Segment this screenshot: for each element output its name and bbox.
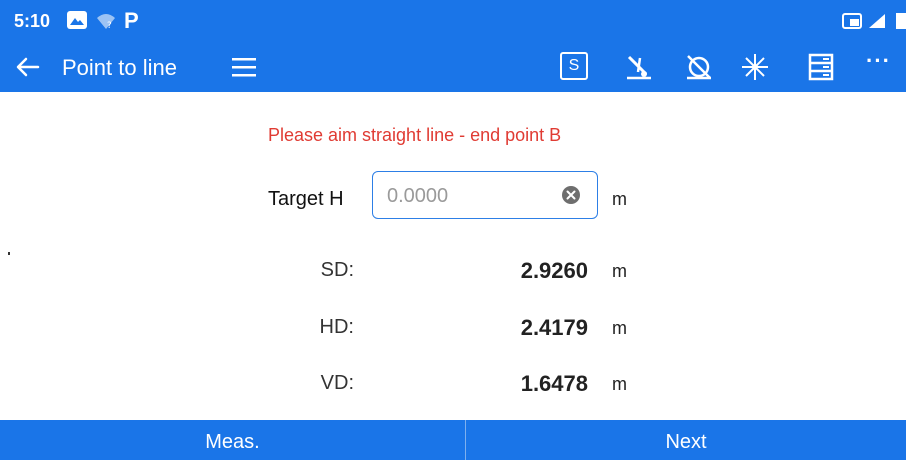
laser-star-icon[interactable] <box>740 52 770 82</box>
target-h-unit: m <box>612 189 627 209</box>
target-h-input[interactable] <box>385 182 559 210</box>
vd-label: VD: <box>320 372 354 394</box>
s-button[interactable]: S <box>560 52 588 80</box>
hd-unit: m <box>612 318 627 338</box>
meas-button[interactable]: Meas. <box>0 420 465 460</box>
main-content: Please aim straight line - end point B T… <box>0 92 906 420</box>
bottom-action-bar: Meas. Next <box>0 420 906 460</box>
vd-value: 1.6478 <box>520 371 588 396</box>
battery-icon <box>894 12 906 35</box>
cast-icon <box>842 13 862 34</box>
wifi-icon: ? <box>96 12 116 35</box>
status-bar: 5:10 ? P <box>0 0 906 42</box>
hamburger-menu-icon[interactable] <box>230 55 258 79</box>
target-h-label: Target H <box>268 188 344 210</box>
hd-value: 2.4179 <box>520 315 588 340</box>
app-toolbar: Point to line S ··· <box>0 42 906 92</box>
more-icon[interactable]: ··· <box>866 48 896 78</box>
svg-text:?: ? <box>107 21 112 30</box>
laser-pointer-icon[interactable] <box>624 52 654 82</box>
status-time: 5:10 <box>14 11 51 31</box>
photo-icon <box>66 10 88 35</box>
hd-label: HD: <box>319 316 354 338</box>
parking-icon: P <box>124 8 139 33</box>
clear-icon[interactable] <box>561 185 581 205</box>
next-button[interactable]: Next <box>466 420 906 460</box>
list-icon[interactable] <box>806 52 836 82</box>
signal-icon <box>868 13 886 34</box>
instruction-prompt: Please aim straight line - end point B <box>268 125 562 145</box>
compensator-off-icon[interactable] <box>684 52 714 82</box>
vd-unit: m <box>612 374 627 394</box>
sd-label: SD: <box>320 259 354 281</box>
target-h-field[interactable] <box>372 171 598 219</box>
page-title: Point to line <box>62 55 177 80</box>
arrow-left-icon[interactable] <box>14 53 42 81</box>
sd-value: 2.9260 <box>520 258 588 283</box>
edge-mark <box>8 252 10 255</box>
sd-unit: m <box>612 261 627 281</box>
